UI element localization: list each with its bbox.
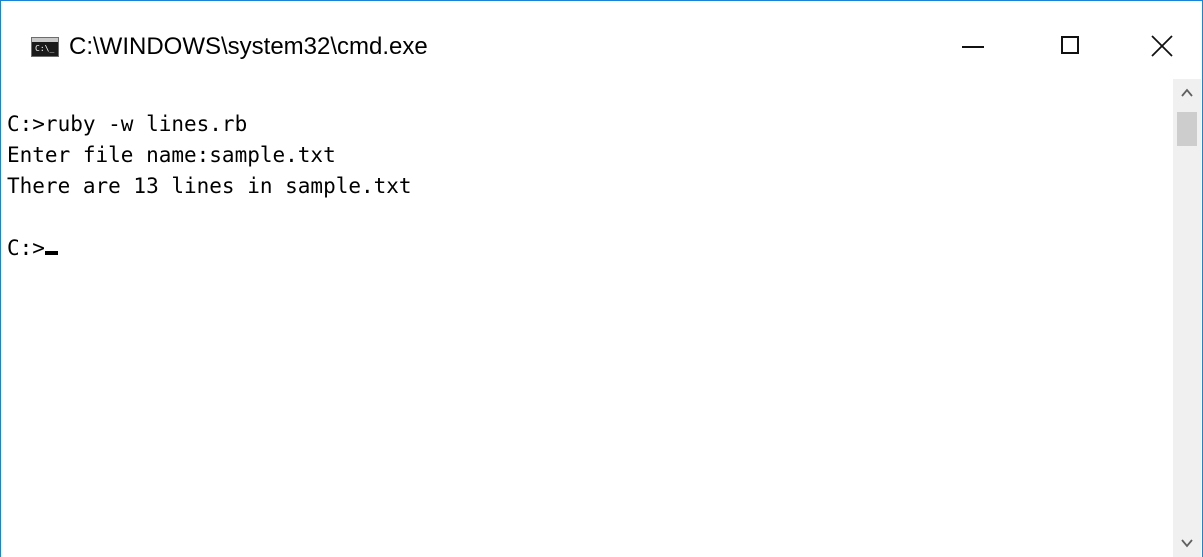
scroll-thumb[interactable] [1177,112,1197,146]
text-cursor [44,251,58,255]
maximize-button[interactable] [1027,21,1117,73]
console-line: There are 13 lines in sample.txt [7,174,412,198]
console-output[interactable]: C:>ruby -w lines.rb Enter file name:samp… [7,109,1167,557]
console-line: C:>ruby -w lines.rb [7,112,248,136]
scroll-up-button[interactable] [1173,79,1201,105]
minimize-button[interactable] [928,21,1018,73]
chevron-down-icon [1181,539,1193,548]
minimize-icon [962,46,984,48]
scroll-down-button[interactable] [1173,531,1201,557]
maximize-icon [1061,36,1079,54]
title-bar[interactable]: C:\_ C:\WINDOWS\system32\cmd.exe [1,1,1202,93]
close-button[interactable] [1117,21,1202,73]
cmd-icon-bar [32,38,58,42]
console-line: Enter file name:sample.txt [7,143,336,167]
window-title: C:\WINDOWS\system32\cmd.exe [69,33,428,60]
chevron-up-icon [1181,88,1193,97]
close-icon [1151,35,1173,57]
vertical-scrollbar[interactable] [1173,79,1201,557]
prompt-text: C:> [7,236,45,260]
cmd-icon-text: C:\_ [35,44,55,53]
console-prompt-line: C:> [7,233,1167,264]
cmd-window: C:\_ C:\WINDOWS\system32\cmd.exe C:>ruby… [0,0,1203,557]
cmd-icon[interactable]: C:\_ [31,37,59,57]
